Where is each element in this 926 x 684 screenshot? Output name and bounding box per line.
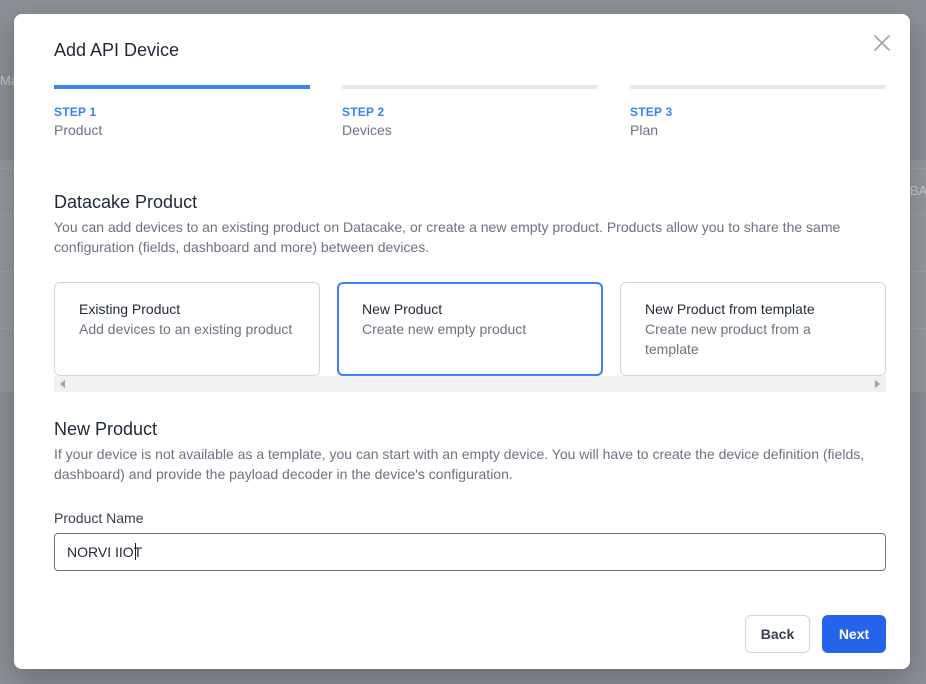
product-section-title: Datacake Product	[54, 192, 198, 212]
step-label: Devices	[342, 122, 392, 138]
product-option-list: Existing Product Add devices to an exist…	[54, 282, 886, 394]
new-product-section-description: If your device is not available as a tem…	[54, 446, 865, 482]
option-existing-product[interactable]: Existing Product Add devices to an exist…	[54, 282, 320, 376]
option-title: New Product from template	[645, 301, 815, 317]
add-api-device-modal: Add API Device STEP 1 Product STEP 2 Dev…	[14, 14, 910, 669]
step-progress-bar	[54, 85, 310, 89]
option-description: Create new product from a template	[645, 321, 811, 357]
horizontal-scrollbar[interactable]	[54, 376, 886, 392]
product-section-description: You can add devices to an existing produ…	[54, 219, 841, 255]
modal-title: Add API Device	[54, 40, 180, 60]
product-name-label: Product Name	[54, 510, 144, 526]
step-label: Product	[54, 122, 103, 138]
option-new-product-from-template[interactable]: New Product from template Create new pro…	[620, 282, 886, 376]
step-product: STEP 1 Product	[54, 85, 310, 138]
background-text-fragment: BA	[910, 183, 926, 198]
step-progress-bar	[630, 85, 886, 89]
step-number: STEP 1	[54, 105, 97, 119]
scroll-right-arrow-icon[interactable]	[875, 380, 880, 388]
close-button[interactable]	[871, 32, 893, 54]
text-cursor	[135, 543, 136, 560]
product-name-input[interactable]	[54, 533, 886, 571]
next-button[interactable]: Next	[822, 615, 886, 653]
stepper: STEP 1 Product STEP 2 Devices STEP 3 Pla…	[54, 85, 886, 145]
new-product-section-title: New Product	[54, 419, 158, 439]
step-devices: STEP 2 Devices	[342, 85, 598, 138]
step-plan: STEP 3 Plan	[630, 85, 886, 138]
scroll-left-arrow-icon[interactable]	[60, 380, 65, 388]
option-title: Existing Product	[79, 301, 181, 317]
option-title: New Product	[362, 301, 443, 317]
close-icon	[874, 35, 890, 51]
step-label: Plan	[630, 122, 659, 138]
option-description: Add devices to an existing product	[79, 321, 293, 337]
back-button[interactable]: Back	[745, 615, 810, 653]
option-new-product[interactable]: New Product Create new empty product	[337, 282, 603, 376]
step-number: STEP 3	[630, 105, 673, 119]
option-description: Create new empty product	[362, 321, 527, 337]
step-number: STEP 2	[342, 105, 385, 119]
step-progress-bar	[342, 85, 598, 89]
